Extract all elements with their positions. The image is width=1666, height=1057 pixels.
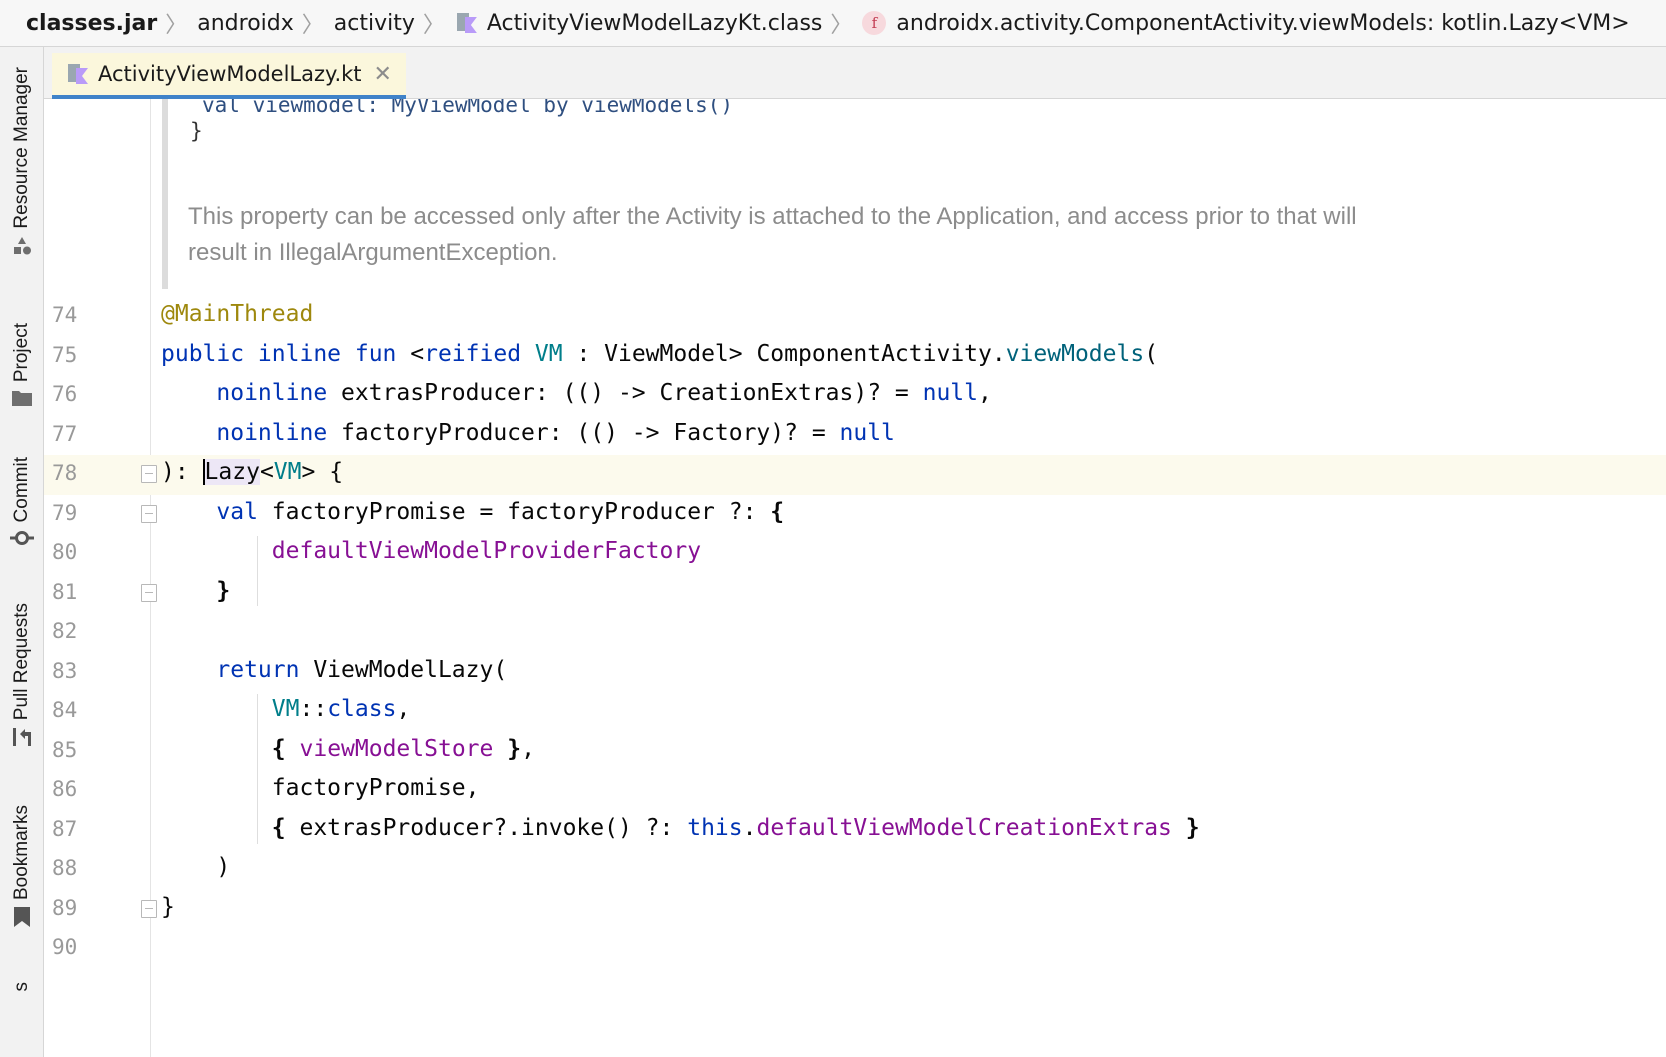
code-line: 87 { extrasProducer?.invoke() ?: this.de… — [44, 811, 1666, 851]
line-number: 81 — [52, 580, 78, 604]
tool-bookmarks-label: Bookmarks — [11, 805, 32, 901]
pull-request-icon — [13, 728, 31, 747]
line-number: 78 — [52, 461, 78, 485]
code-line: 76 noinline extrasProducer: (() -> Creat… — [44, 376, 1666, 416]
tool-partial-label: s — [11, 982, 32, 992]
tool-commit[interactable]: Commit — [0, 457, 44, 548]
breadcrumb-function[interactable]: f androidx.activity.ComponentActivity.vi… — [862, 10, 1630, 36]
code-line: 77 noinline factoryProducer: (() -> Fact… — [44, 416, 1666, 456]
code-line: 90 — [44, 929, 1666, 969]
line-number: 83 — [52, 659, 78, 683]
code-line: 81 } — [44, 574, 1666, 614]
doc-text: This property can be accessed only after… — [188, 203, 1357, 266]
tool-project[interactable]: Project — [0, 323, 44, 408]
code-text: { extrasProducer?.invoke() ?: this.defau… — [271, 815, 1200, 841]
doc-code-line: val viewmodel: MyViewModel by viewModels… — [202, 99, 734, 117]
tool-commit-label: Commit — [11, 457, 32, 523]
line-number: 85 — [52, 738, 78, 762]
bookmark-icon — [14, 907, 30, 928]
line-number: 89 — [52, 896, 78, 920]
line-number: 79 — [52, 501, 78, 525]
code-text: defaultViewModelProviderFactory — [271, 538, 702, 564]
code-line: 75 public inline fun <reified VM : ViewM… — [44, 337, 1666, 377]
code-text: noinline extrasProducer: (() -> Creation… — [216, 380, 992, 406]
code-line: 85 { viewModelStore }, — [44, 732, 1666, 772]
close-icon[interactable]: ✕ — [374, 62, 392, 87]
code-text: return ViewModelLazy( — [216, 657, 508, 683]
code-line: 84 VM::class, — [44, 692, 1666, 732]
function-icon: f — [862, 11, 887, 35]
line-number: 76 — [52, 382, 78, 406]
code-line: 83 return ViewModelLazy( — [44, 653, 1666, 693]
line-number: 88 — [52, 856, 78, 880]
line-number: 77 — [52, 422, 78, 446]
chevron-right-icon: 〉 — [422, 13, 445, 38]
doc-code-brace: } — [190, 119, 203, 143]
line-number: 87 — [52, 817, 78, 841]
line-number: 84 — [52, 698, 78, 722]
fold-toggle-icon[interactable] — [141, 505, 157, 523]
kotlin-class-icon — [455, 11, 479, 35]
commit-icon — [10, 531, 34, 546]
code-text: val factoryPromise = factoryProducer ?: … — [216, 499, 785, 525]
code-text: noinline factoryProducer: (() -> Factory… — [216, 420, 895, 446]
tool-window-strip: Resource Manager Project Commit Pull Req… — [0, 47, 44, 1057]
fold-end-icon[interactable] — [141, 584, 157, 602]
code-line: 80 defaultViewModelProviderFactory — [44, 534, 1666, 574]
code-text: public inline fun <reified VM : ViewMode… — [161, 341, 1159, 367]
code-text: ) — [161, 854, 231, 880]
editor-tab-bar: ActivityViewModelLazy.kt ✕ — [44, 47, 1666, 99]
chevron-right-icon: 〉 — [301, 13, 324, 38]
kotlin-file-icon — [66, 62, 90, 86]
code-line: 89 } — [44, 890, 1666, 930]
tool-pull-requests-label: Pull Requests — [11, 603, 32, 721]
code-line: 86 factoryPromise, — [44, 771, 1666, 811]
code-line: 82 — [44, 613, 1666, 653]
tool-pull-requests[interactable]: Pull Requests — [0, 603, 44, 748]
code-text: @MainThread — [161, 301, 314, 327]
tool-bookmarks[interactable]: Bookmarks — [0, 805, 44, 928]
resource-manager-icon — [14, 236, 31, 255]
chevron-right-icon: 〉 — [830, 13, 853, 38]
code-line-current: 78 ): Lazy<VM> { — [44, 455, 1666, 495]
line-number: 74 — [52, 303, 78, 327]
code-text: } — [216, 578, 231, 604]
folder-icon — [12, 391, 32, 407]
breadcrumb-class-file[interactable]: ActivityViewModelLazyKt.class — [455, 10, 823, 36]
line-number: 75 — [52, 343, 78, 367]
tab-label: ActivityViewModelLazy.kt — [98, 62, 362, 86]
fold-toggle-icon[interactable] — [141, 465, 157, 483]
code-text: { viewModelStore }, — [271, 736, 535, 762]
line-number: 86 — [52, 777, 78, 801]
tool-resource-manager-label: Resource Manager — [11, 67, 32, 229]
breadcrumb-activity[interactable]: activity — [334, 11, 415, 36]
code-text: ): Lazy<VM> { — [161, 459, 344, 485]
code-line: 88 ) — [44, 850, 1666, 890]
line-number: 90 — [52, 935, 78, 959]
fold-end-icon[interactable] — [141, 900, 157, 918]
breadcrumb-androidx[interactable]: androidx — [197, 11, 294, 36]
tool-resource-manager[interactable]: Resource Manager — [0, 67, 44, 257]
tab-activity-view-model-lazy[interactable]: ActivityViewModelLazy.kt ✕ — [52, 53, 406, 99]
tool-partial[interactable]: s — [0, 982, 44, 992]
tool-project-label: Project — [11, 323, 32, 383]
code-text: VM::class, — [271, 696, 411, 722]
code-line: 79 val factoryPromise = factoryProducer … — [44, 495, 1666, 535]
breadcrumb: classes.jar 〉 androidx 〉 activity 〉 Acti… — [0, 0, 1666, 47]
code-text: } — [161, 894, 175, 920]
code-editor[interactable]: val viewmodel: MyViewModel by viewModels… — [44, 99, 1666, 1057]
code-line: 74 @MainThread — [44, 297, 1666, 337]
breadcrumb-classes-jar[interactable]: classes.jar — [26, 11, 157, 36]
chevron-right-icon: 〉 — [165, 13, 188, 38]
breadcrumb-class-file-label: ActivityViewModelLazyKt.class — [486, 10, 823, 36]
breadcrumb-function-label: androidx.activity.ComponentActivity.view… — [896, 10, 1630, 36]
line-number: 82 — [52, 619, 78, 643]
code-text: factoryPromise, — [161, 775, 480, 801]
line-number: 80 — [52, 540, 78, 564]
rendered-doc-comment: val viewmodel: MyViewModel by viewModels… — [162, 99, 1528, 289]
